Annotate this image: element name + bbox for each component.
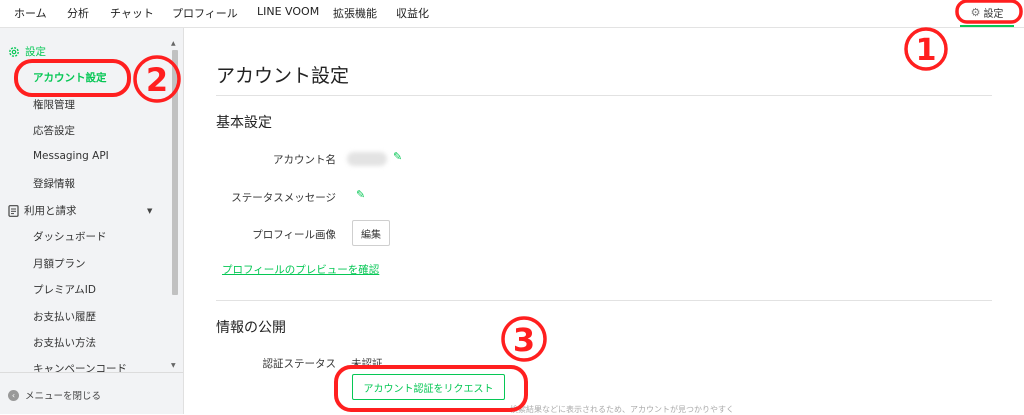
basic-settings-title: 基本設定 bbox=[216, 115, 272, 131]
profile-image-edit-button[interactable]: 編集 bbox=[352, 220, 390, 246]
sidebar-footer: ‹ メニューを閉じる bbox=[0, 372, 183, 414]
nav-line-voom[interactable]: LINE VOOM bbox=[257, 5, 319, 18]
request-verification-button[interactable]: アカウント認証をリクエスト bbox=[352, 374, 505, 400]
sidebar-settings-label: 設定 bbox=[25, 46, 46, 58]
profile-preview-link[interactable]: プロフィールのプレビューを確認 bbox=[222, 262, 379, 277]
pencil-icon[interactable]: ✎ bbox=[393, 150, 402, 163]
top-nav: ホーム 分析 チャット プロフィール LINE VOOM 拡張機能 収益化 ⚙ … bbox=[0, 0, 1024, 28]
page-title: アカウント設定 bbox=[216, 65, 350, 87]
sidebar-item-permissions[interactable]: 権限管理 bbox=[33, 97, 75, 112]
gear-icon bbox=[9, 46, 19, 57]
sidebar-item-registration[interactable]: 登録情報 bbox=[33, 176, 75, 191]
main-content: アカウント設定 基本設定 アカウント名 ✎ ステータスメッセージ ✎ プロフィー… bbox=[184, 28, 1024, 414]
verification-note: 検索結果などに表示されるため、アカウントが見つかりやすく bbox=[510, 405, 734, 414]
sidebar: 設定 アカウント設定 権限管理 応答設定 Messaging API 登録情報 … bbox=[0, 28, 184, 414]
sidebar-item-messaging-api[interactable]: Messaging API bbox=[33, 150, 109, 162]
status-message-label: ステータスメッセージ bbox=[231, 192, 336, 204]
nav-profile[interactable]: プロフィール bbox=[172, 5, 238, 21]
nav-home[interactable]: ホーム bbox=[14, 5, 47, 21]
scroll-up-icon[interactable]: ▲ bbox=[171, 40, 176, 47]
sidebar-billing-label: 利用と請求 bbox=[24, 205, 77, 217]
scroll-down-icon[interactable]: ▼ bbox=[171, 362, 176, 369]
pencil-icon[interactable]: ✎ bbox=[356, 188, 365, 201]
sidebar-item-response[interactable]: 応答設定 bbox=[33, 123, 75, 138]
nav-chat[interactable]: チャット bbox=[110, 5, 154, 21]
gear-icon: ⚙ bbox=[970, 6, 981, 19]
sidebar-item-premium-id[interactable]: プレミアムID bbox=[33, 282, 96, 297]
document-icon bbox=[8, 204, 19, 217]
close-menu-label: メニューを閉じる bbox=[25, 391, 102, 402]
divider bbox=[216, 300, 992, 301]
account-name-value bbox=[347, 152, 387, 166]
sidebar-item-account-settings[interactable]: アカウント設定 bbox=[33, 70, 107, 85]
sidebar-item-monthly-plan[interactable]: 月額プラン bbox=[33, 256, 86, 271]
chevron-left-icon: ‹ bbox=[8, 389, 19, 401]
sidebar-item-dashboard[interactable]: ダッシュボード bbox=[33, 229, 107, 244]
profile-image-label: プロフィール画像 bbox=[252, 229, 336, 241]
sidebar-scroll-thumb[interactable] bbox=[172, 50, 178, 295]
sidebar-item-payment-method[interactable]: お支払い方法 bbox=[33, 335, 96, 350]
nav-settings-label: 設定 bbox=[983, 9, 1004, 20]
divider bbox=[216, 95, 992, 96]
account-name-label: アカウント名 bbox=[273, 154, 336, 166]
nav-settings-link[interactable]: ⚙ 設定 bbox=[960, 0, 1014, 27]
nav-extensions[interactable]: 拡張機能 bbox=[333, 5, 377, 21]
verification-status-value: 未認証 bbox=[351, 358, 383, 370]
chevron-down-icon[interactable]: ▼ bbox=[147, 207, 152, 215]
verification-status-label: 認証ステータス bbox=[262, 358, 337, 370]
sidebar-billing-header[interactable]: 利用と請求 bbox=[8, 203, 77, 218]
nav-analytics[interactable]: 分析 bbox=[67, 5, 89, 21]
nav-monetization[interactable]: 収益化 bbox=[396, 5, 429, 21]
close-menu-button[interactable]: ‹ メニューを閉じる bbox=[8, 388, 101, 402]
sidebar-settings-header[interactable]: 設定 bbox=[8, 44, 46, 59]
publish-info-title: 情報の公開 bbox=[216, 320, 286, 336]
sidebar-item-payment-history[interactable]: お支払い履歴 bbox=[33, 309, 96, 324]
